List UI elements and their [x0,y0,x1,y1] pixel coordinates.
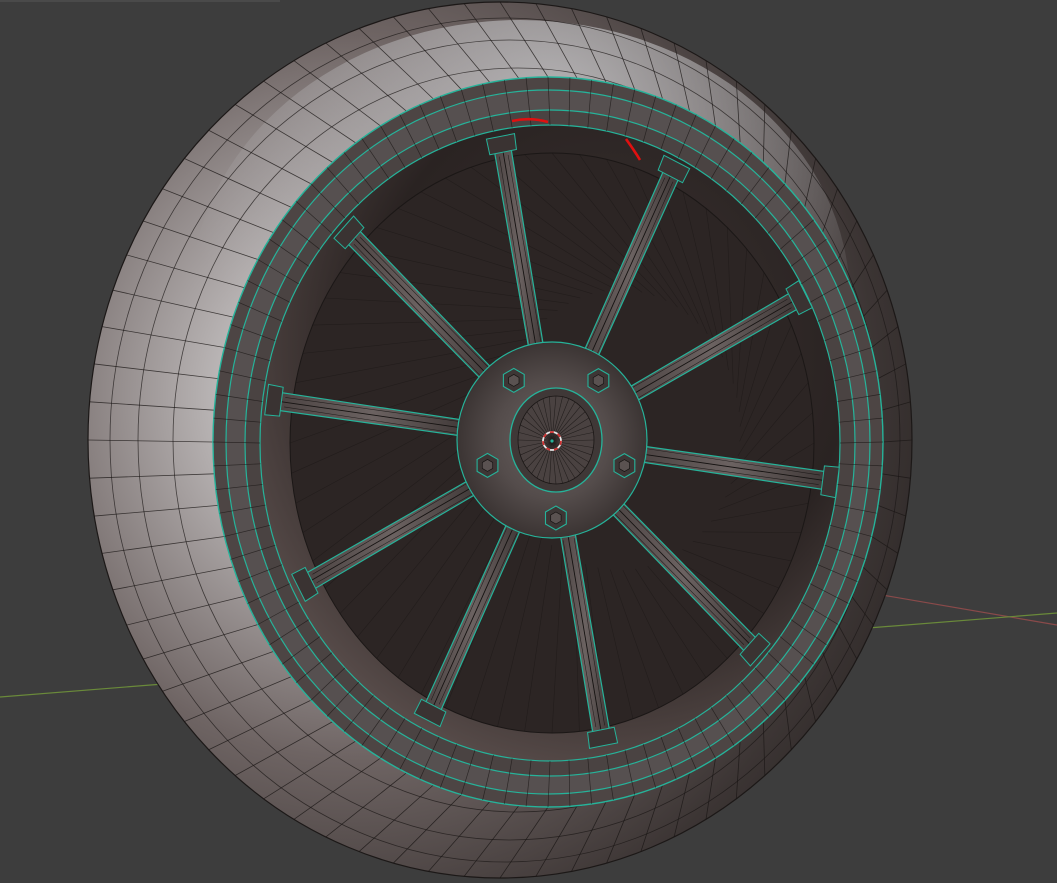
spoke-foot [820,465,840,499]
wheel-scene[interactable] [0,0,1057,883]
lug-nut-inner [618,459,630,473]
lug-nut-inner [481,458,494,472]
lug-nut-inner [550,511,562,525]
3d-viewport[interactable] [0,0,1057,883]
spoke-foot [264,383,284,417]
lug-nut-inner [592,374,604,388]
lug-nut-inner [508,373,520,387]
